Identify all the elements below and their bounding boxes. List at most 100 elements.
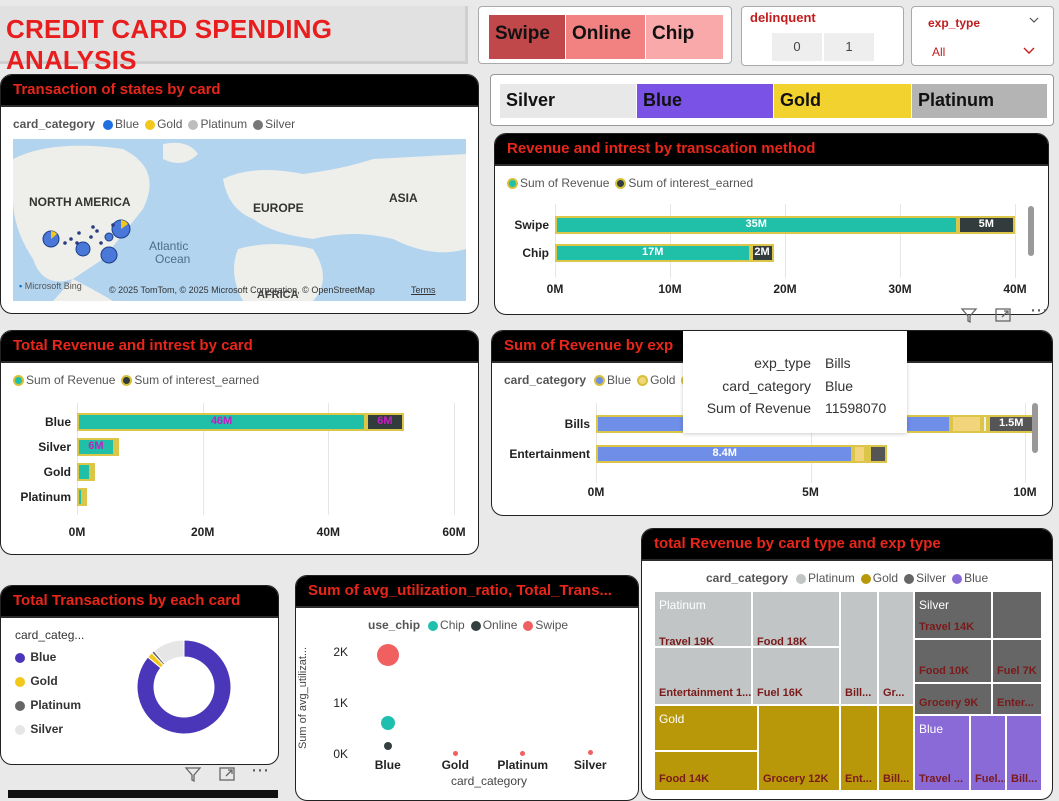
map-terms-link[interactable]: Terms [411, 285, 436, 295]
page-title-box: CREDIT CARD SPENDING ANALYSIS [0, 6, 468, 75]
chevron-down-icon[interactable] [1029, 17, 1039, 24]
legend-item-revenue[interactable]: Sum of Revenue [507, 176, 609, 190]
treemap-cell[interactable]: Fuel 16K [752, 647, 840, 705]
bar-segment[interactable] [951, 415, 983, 433]
map-canvas[interactable]: NORTH AMERICA EUROPE ASIA Atlantic Ocean… [13, 139, 466, 301]
bar-segment[interactable] [868, 445, 888, 463]
filter-icon[interactable] [184, 765, 202, 783]
delinquent-slicer: delinquent 0 1 [741, 6, 904, 66]
slicer-silver-button[interactable]: Silver [500, 84, 636, 118]
treemap-cell[interactable]: Platinum Travel 19K [654, 591, 752, 647]
treemap-cell[interactable]: Gold [654, 705, 758, 751]
more-options-icon[interactable]: ⋯ [1030, 300, 1048, 321]
donut-chart[interactable] [127, 630, 241, 744]
legend-item-gold[interactable]: Gold [637, 373, 675, 387]
slicer-gold-button[interactable]: Gold [774, 84, 911, 118]
legend-item-revenue[interactable]: Sum of Revenue [13, 373, 115, 387]
exp-type-selected: All [932, 45, 946, 59]
chart-tooltip: exp_type Bills card_category Blue Sum of… [683, 331, 907, 433]
scatter-point[interactable] [452, 750, 458, 756]
y-category-label: Swipe [514, 218, 549, 232]
legend-item-blue[interactable]: Blue [952, 571, 988, 585]
legend-item-silver[interactable]: Silver [253, 117, 295, 131]
treemap-cell[interactable]: Entertainment 1... [654, 647, 752, 705]
scatter-point[interactable] [520, 750, 526, 756]
bar-segment[interactable] [853, 445, 866, 463]
delinquent-0-button[interactable]: 0 [772, 33, 822, 61]
exp-type-dropdown[interactable]: All [922, 35, 1043, 63]
filter-icon[interactable] [960, 306, 978, 324]
bar-data-label: 46M [210, 415, 233, 427]
rev-exp-scrollbar[interactable] [1032, 403, 1038, 453]
y-category-label: Silver [38, 440, 71, 454]
rev-method-scrollbar[interactable] [1028, 206, 1034, 256]
scatter-title: Sum of avg_utilization_ratio, Total_Tran… [296, 576, 638, 608]
legend-item-swipe[interactable]: Swipe [523, 618, 568, 632]
legend-item-blue[interactable]: Blue [594, 373, 631, 387]
tooltip-key: card_category [722, 378, 811, 394]
x-tick-label: 20M [190, 525, 215, 539]
treemap-cell[interactable]: Gr... [878, 591, 914, 705]
treemap-cell[interactable]: Fuel 7K [992, 639, 1042, 683]
treemap-cell[interactable]: Food 18K [752, 591, 840, 647]
focus-mode-icon[interactable] [994, 306, 1012, 324]
treemap-cell[interactable]: Food 14K [654, 751, 758, 791]
legend-item-interest[interactable]: Sum of interest_earned [121, 373, 259, 387]
legend-item-platinum[interactable]: Platinum [188, 117, 247, 131]
slicer-platinum-button[interactable]: Platinum [912, 84, 1047, 118]
treemap-cell[interactable]: Silver Travel 14K [914, 591, 992, 639]
treemap-title: total Revenue by card type and exp type [642, 529, 1052, 561]
y-category-label: Blue [44, 415, 71, 429]
bar-segment[interactable] [90, 463, 95, 481]
more-options-icon[interactable]: ⋯ [251, 760, 269, 781]
legend-item-chip[interactable]: Chip [428, 618, 465, 632]
scatter-point[interactable] [380, 716, 395, 731]
rev-card-legend: Sum of Revenue Sum of interest_earned [13, 373, 259, 387]
bar-segment[interactable] [83, 488, 88, 506]
legend-item-gold[interactable]: Gold [145, 117, 182, 131]
y-category-label: Entertainment [509, 447, 590, 461]
treemap-legend: card_category Platinum Gold Silver Blue [706, 571, 988, 585]
legend-item-platinum[interactable]: Platinum [15, 698, 84, 712]
treemap-cell[interactable]: Grocery 12K [758, 705, 840, 791]
y-tick-label: 2K [333, 645, 348, 660]
legend-item-gold[interactable]: Gold [860, 571, 898, 585]
treemap-cell[interactable]: Bill... [878, 705, 914, 791]
treemap-cell[interactable]: Blue Travel ... [914, 715, 970, 791]
bar-segment[interactable] [77, 463, 91, 481]
x-tick-label: 60M [442, 525, 466, 539]
map-legend-title: card_category [13, 117, 96, 131]
treemap-cell[interactable]: Grocery 9K [914, 683, 992, 715]
legend-item-silver[interactable]: Silver [15, 722, 84, 736]
y-category-label: Platinum [20, 490, 71, 504]
slicer-swipe-button[interactable]: Swipe [489, 15, 565, 59]
bottom-scroll-track[interactable] [8, 790, 278, 798]
legend-item-silver[interactable]: Silver [904, 571, 946, 585]
treemap-cell[interactable] [992, 591, 1042, 639]
x-tick-label: 5M [802, 485, 819, 499]
treemap-cell[interactable]: Food 10K [914, 639, 992, 683]
map-bubbles [42, 219, 131, 264]
legend-item-blue[interactable]: Blue [103, 117, 139, 131]
legend-item-platinum[interactable]: Platinum [796, 571, 855, 585]
treemap-cell[interactable]: Fuel... [970, 715, 1006, 791]
map-legend: card_category Blue Gold Platinum Silver [13, 117, 295, 131]
slicer-blue-button[interactable]: Blue [637, 84, 773, 118]
legend-item-blue[interactable]: Blue [15, 650, 84, 664]
x-tick-label: Gold [441, 758, 469, 772]
focus-mode-icon[interactable] [218, 765, 236, 783]
slicer-online-button[interactable]: Online [566, 15, 645, 59]
scatter-point[interactable] [587, 749, 593, 755]
scatter-point[interactable] [383, 742, 392, 751]
slicer-chip-button[interactable]: Chip [646, 15, 723, 59]
treemap-cell[interactable]: Ent... [840, 705, 878, 791]
bar-segment[interactable] [114, 438, 119, 456]
legend-item-interest[interactable]: Sum of interest_earned [615, 176, 753, 190]
legend-item-online[interactable]: Online [470, 618, 517, 632]
treemap-cell[interactable]: Bill... [840, 591, 878, 705]
treemap-cell[interactable]: Enter... [992, 683, 1042, 715]
treemap-cell[interactable]: Bill... [1006, 715, 1042, 791]
legend-item-gold[interactable]: Gold [15, 674, 84, 688]
delinquent-1-button[interactable]: 1 [824, 33, 874, 61]
scatter-point[interactable] [376, 643, 399, 666]
